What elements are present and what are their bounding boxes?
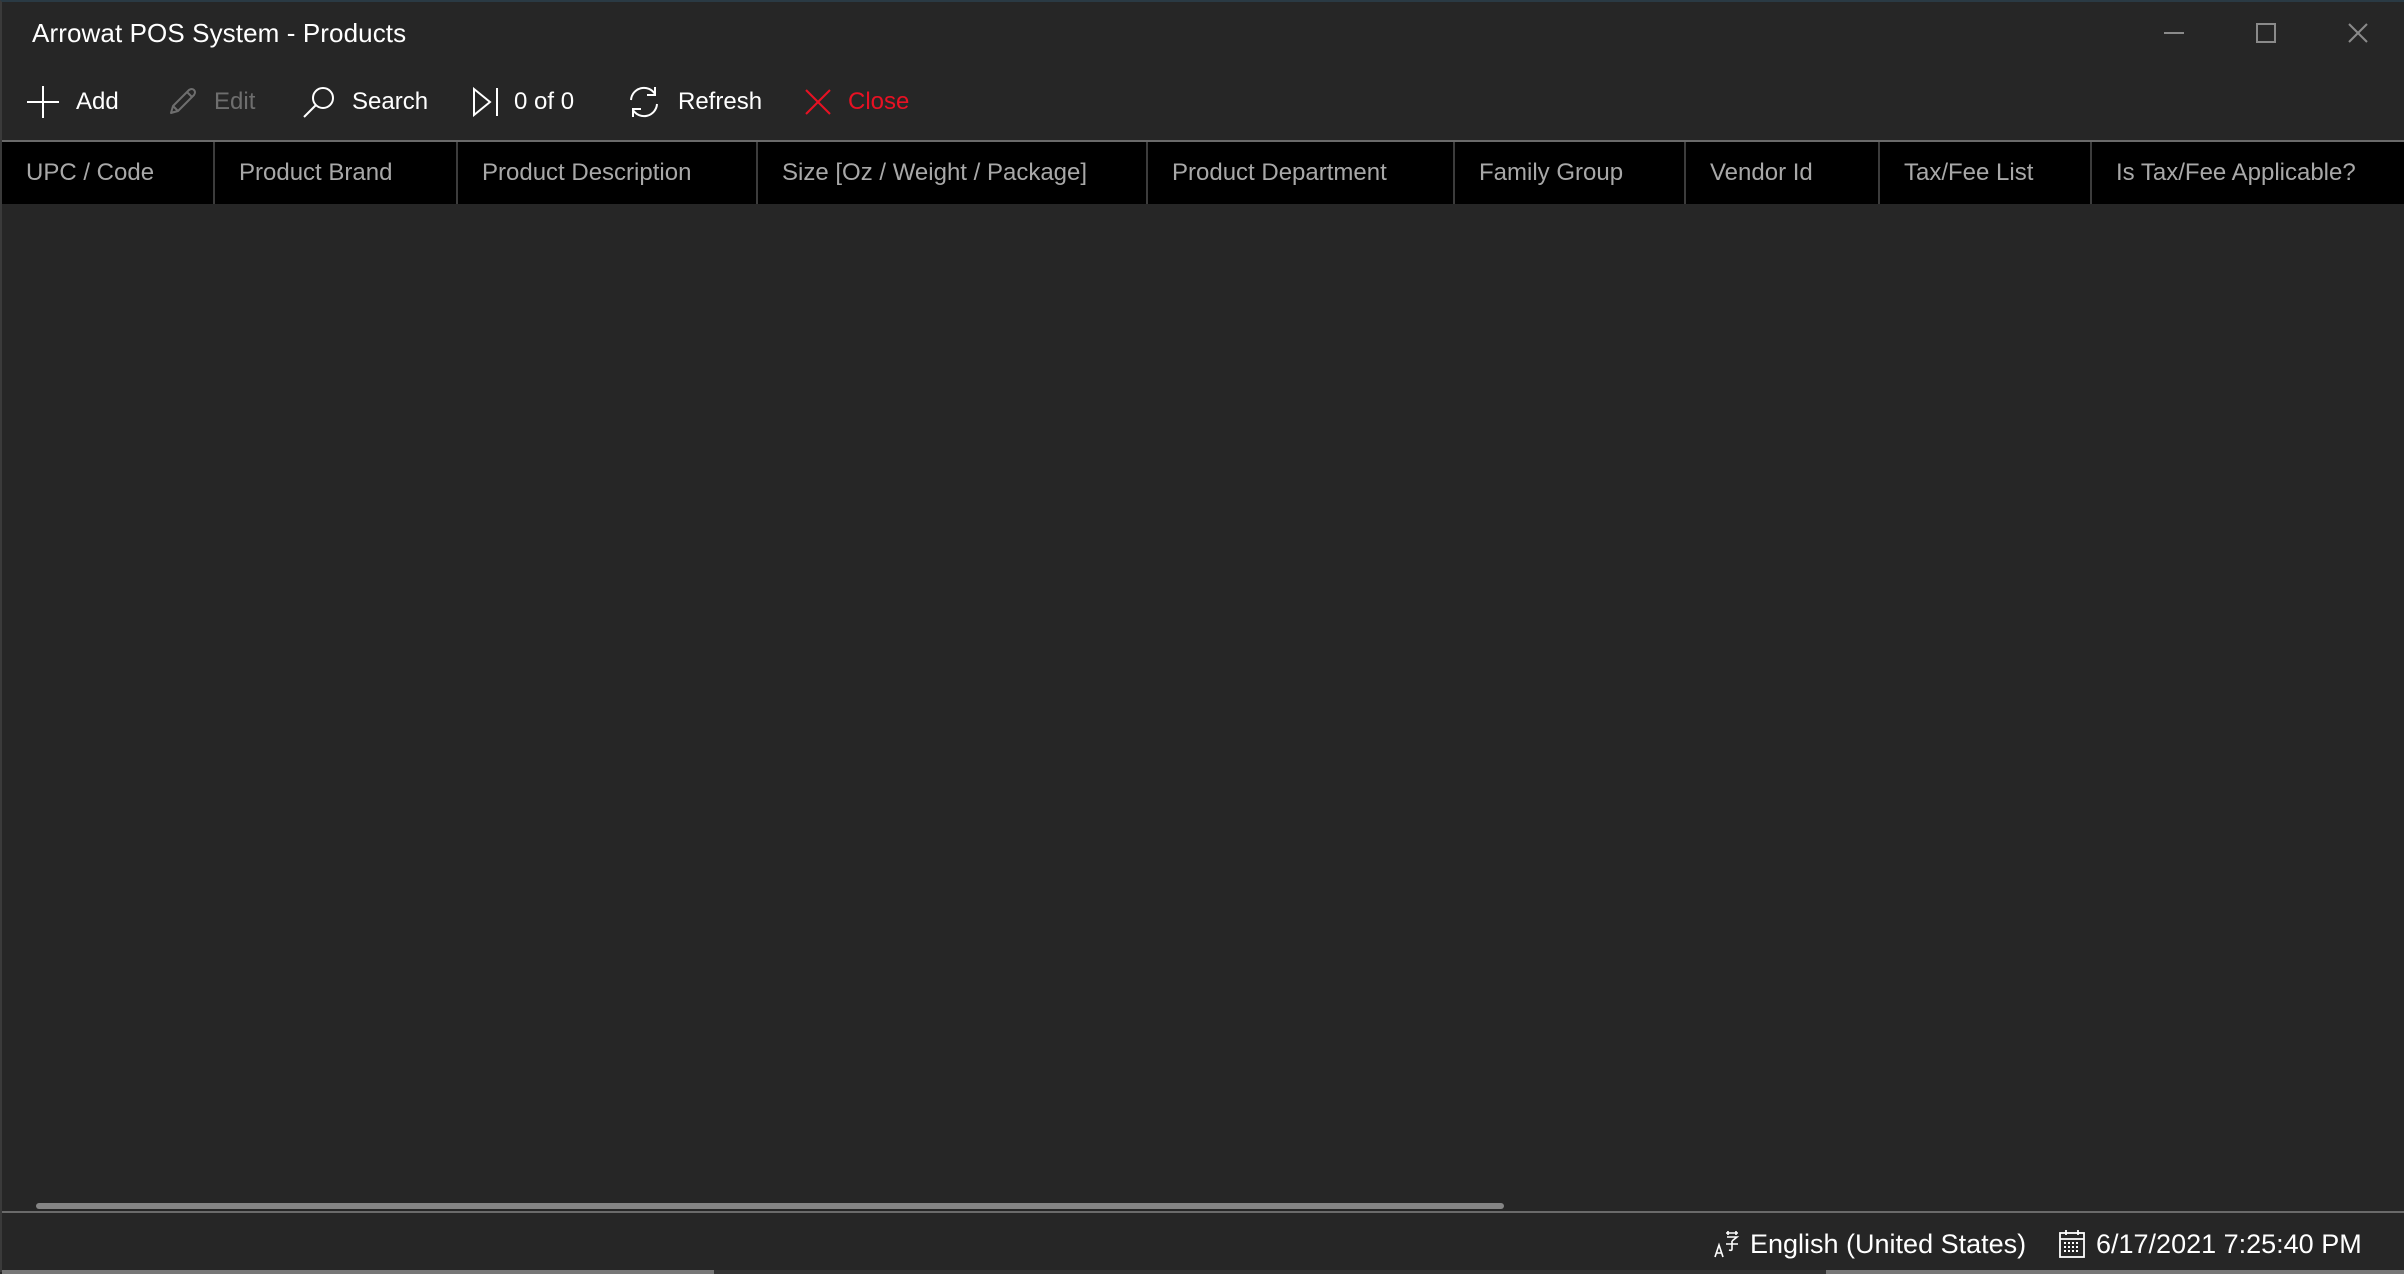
minimize-icon [2164, 32, 2184, 34]
column-header-is-tax-fee-applicable[interactable]: Is Tax/Fee Applicable? [2092, 142, 2404, 204]
column-header-product-department[interactable]: Product Department [1148, 142, 1455, 204]
column-header-family-group[interactable]: Family Group [1455, 142, 1686, 204]
close-x-icon [805, 89, 831, 115]
close-button[interactable]: Close [804, 80, 909, 124]
refresh-icon [630, 86, 658, 118]
clock-label: 6/17/2021 7:25:40 PM [2096, 1228, 2362, 1259]
products-grid-body[interactable] [2, 204, 2404, 1210]
maximize-icon [2256, 23, 2276, 43]
minimize-button[interactable] [2128, 2, 2220, 64]
column-header-product-brand[interactable]: Product Brand [215, 142, 458, 204]
window-close-icon [2348, 23, 2368, 43]
calendar-icon [2059, 1230, 2085, 1258]
record-count: 0 of 0 [514, 88, 575, 115]
title-bar[interactable]: Arrowat POS System - Products [2, 2, 2404, 64]
column-header-tax-fee-list[interactable]: Tax/Fee List [1880, 142, 2092, 204]
plus-icon [27, 86, 59, 118]
clock-indicator: 6/17/2021 7:25:40 PM [2058, 1227, 2362, 1261]
language-icon [1714, 1231, 1740, 1258]
edit-button[interactable]: Edit [166, 80, 255, 124]
status-bar: English (United States) 6/17/2021 7:25:4… [2, 1211, 2404, 1274]
search-button-label: Search [352, 88, 429, 115]
taskbar-edge [2, 1270, 2404, 1274]
language-indicator[interactable]: English (United States) [1714, 1227, 2026, 1261]
skip-to-end-icon [473, 87, 498, 117]
products-window: Arrowat POS System - Products Add Edit S… [0, 0, 2404, 1274]
add-button-label: Add [76, 88, 119, 115]
horizontal-scrollbar[interactable] [36, 1203, 1504, 1209]
record-navigator[interactable]: 0 of 0 [472, 80, 574, 124]
refresh-button[interactable]: Refresh [626, 80, 762, 124]
maximize-button[interactable] [2220, 2, 2312, 64]
column-header-vendor-id[interactable]: Vendor Id [1686, 142, 1880, 204]
taskbar-edge-segment [714, 1270, 1826, 1274]
products-grid-header: UPC / Code Product Brand Product Descrip… [2, 142, 2404, 204]
column-header-size[interactable]: Size [Oz / Weight / Package] [758, 142, 1148, 204]
language-label: English (United States) [1750, 1228, 2027, 1259]
refresh-button-label: Refresh [678, 88, 763, 115]
pencil-icon [170, 88, 196, 114]
edit-button-label: Edit [214, 88, 256, 115]
search-button[interactable]: Search [302, 80, 428, 124]
column-header-upc-code[interactable]: UPC / Code [2, 142, 215, 204]
add-button[interactable]: Add [26, 80, 119, 124]
close-button-label: Close [848, 88, 910, 115]
column-header-product-description[interactable]: Product Description [458, 142, 758, 204]
search-icon [303, 87, 334, 118]
window-close-button[interactable] [2312, 2, 2404, 64]
toolbar: Add Edit Search 0 of 0 Refresh Close [2, 64, 2404, 142]
window-title: Arrowat POS System - Products [32, 18, 407, 48]
